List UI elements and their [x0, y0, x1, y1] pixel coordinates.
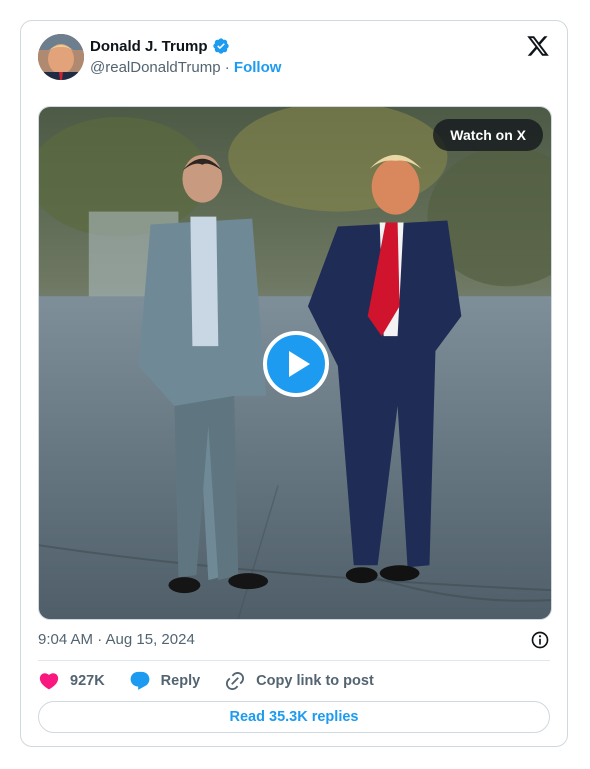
embedded-post-card: Donald J. Trump @realDonaldTrump · Follo…: [20, 20, 568, 747]
link-icon: [226, 671, 245, 691]
author-handle-row: @realDonaldTrump · Follow: [90, 59, 281, 76]
post-actions: 927K Reply Copy link to post: [38, 670, 398, 692]
author-avatar[interactable]: [38, 34, 84, 80]
post-timestamp[interactable]: 9:04 AM · Aug 15, 2024: [38, 631, 195, 648]
author-handle[interactable]: @realDonaldTrump: [90, 59, 221, 76]
copy-link-button[interactable]: Copy link to post: [224, 670, 374, 692]
follow-button[interactable]: Follow: [234, 59, 282, 76]
like-button[interactable]: 927K: [38, 670, 105, 692]
divider: [38, 660, 550, 661]
author-name[interactable]: Donald J. Trump: [90, 38, 208, 55]
heart-icon: [39, 673, 59, 690]
reply-button[interactable]: Reply: [129, 670, 201, 692]
watch-on-x-button[interactable]: Watch on X: [433, 119, 543, 151]
info-icon[interactable]: [530, 630, 550, 650]
author-name-row: Donald J. Trump: [90, 37, 230, 55]
video-media[interactable]: Watch on X: [38, 106, 552, 620]
handle-separator: ·: [224, 59, 230, 76]
x-logo-icon[interactable]: [526, 34, 550, 58]
play-icon[interactable]: [263, 331, 329, 397]
read-replies-button[interactable]: Read 35.3K replies: [38, 701, 550, 733]
reply-label: Reply: [160, 673, 201, 689]
reply-bubble-icon: [130, 671, 150, 690]
copy-link-label: Copy link to post: [256, 673, 374, 689]
like-count: 927K: [70, 673, 105, 689]
verified-badge-icon: [212, 38, 229, 54]
